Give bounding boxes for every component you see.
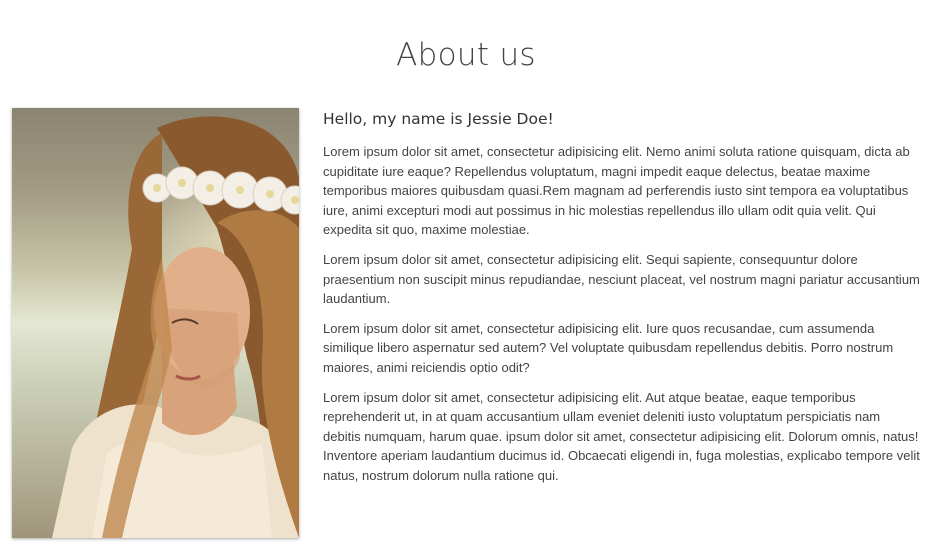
profile-photo xyxy=(12,108,299,538)
greeting-heading: Hello, my name is Jessie Doe! xyxy=(323,110,554,128)
about-content: Hello, my name is Jessie Doe! Lorem ipsu… xyxy=(323,110,921,496)
profile-photo-illustration xyxy=(52,116,299,538)
about-paragraph-3: Lorem ipsum dolor sit amet, consectetur … xyxy=(323,320,894,375)
about-paragraph-4: Lorem ipsum dolor sit amet, consectetur … xyxy=(323,389,920,483)
page-title: About us xyxy=(396,36,536,73)
about-paragraph-2: Lorem ipsum dolor sit amet, consectetur … xyxy=(323,251,920,307)
about-paragraph-1: Lorem ipsum dolor sit amet, consectetur … xyxy=(323,144,910,238)
